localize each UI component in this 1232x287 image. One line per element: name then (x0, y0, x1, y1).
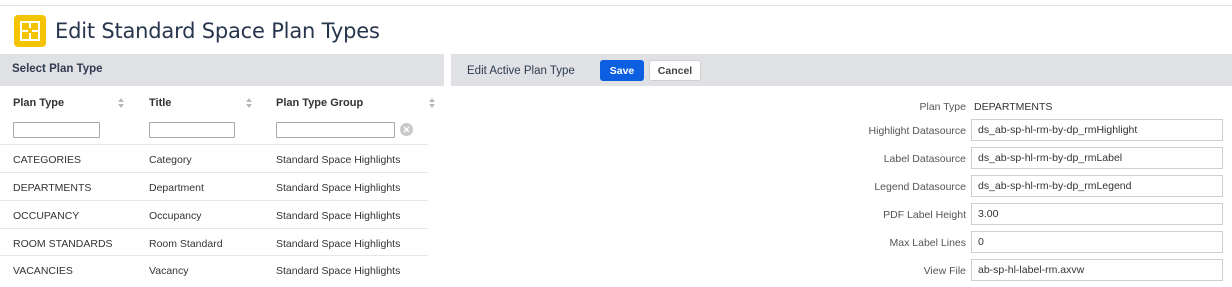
panel-title: Select Plan Type (12, 63, 103, 75)
cell-plan-type: DEPARTMENTS (13, 182, 92, 194)
field-label-pdf-label-height: PDF Label Height (883, 209, 966, 221)
cell-plan-type-group: Standard Space Highlights (276, 238, 401, 250)
filter-title-field[interactable] (150, 126, 234, 141)
page-header: Edit Standard Space Plan Types (14, 15, 380, 47)
view-file-input[interactable] (972, 260, 1222, 280)
edit-plan-type-panel-header: Edit Active Plan Type Save Cancel (451, 54, 1232, 86)
max-label-lines-field[interactable] (971, 231, 1223, 253)
field-label-label-datasource: Label Datasource (883, 153, 966, 165)
select-plan-type-panel-header: Select Plan Type (0, 54, 444, 86)
cell-title: Occupancy (149, 210, 202, 222)
table-row[interactable]: ROOM STANDARDS Room Standard Standard Sp… (0, 228, 428, 256)
label-datasource-input[interactable] (972, 148, 1222, 168)
table-row[interactable]: CATEGORIES Category Standard Space Highl… (0, 144, 428, 172)
save-button[interactable]: Save (600, 60, 644, 81)
cancel-button[interactable]: Cancel (649, 60, 701, 81)
filter-title-input[interactable] (149, 122, 235, 141)
cell-plan-type: OCCUPANCY (13, 210, 80, 222)
table-row[interactable]: DEPARTMENTS Department Standard Space Hi… (0, 172, 428, 200)
pdf-label-height-input[interactable] (972, 204, 1222, 224)
legend-datasource-field[interactable] (971, 175, 1223, 197)
clear-filter-icon[interactable] (400, 123, 413, 136)
field-label-view-file: View File (923, 265, 966, 277)
field-label-legend-datasource: Legend Datasource (874, 181, 966, 193)
plan-type-value: DEPARTMENTS (974, 101, 1053, 113)
cell-title: Room Standard (149, 238, 223, 250)
sort-icon[interactable] (428, 97, 436, 109)
highlight-datasource-field[interactable] (971, 119, 1223, 141)
cell-plan-type-group: Standard Space Highlights (276, 210, 401, 222)
cell-plan-type-group: Standard Space Highlights (276, 265, 401, 277)
table-row[interactable]: OCCUPANCY Occupancy Standard Space Highl… (0, 200, 428, 228)
floor-plan-icon (14, 15, 46, 47)
sort-icon[interactable] (117, 97, 125, 109)
sort-icon[interactable] (245, 97, 253, 109)
filter-plan-type-input[interactable] (13, 122, 100, 141)
cell-title: Department (149, 182, 204, 194)
filter-plan-type-field[interactable] (14, 126, 99, 141)
cell-plan-type: VACANCIES (13, 265, 73, 277)
cell-plan-type-group: Standard Space Highlights (276, 154, 401, 166)
cell-plan-type-group: Standard Space Highlights (276, 182, 401, 194)
cell-title: Vacancy (149, 265, 189, 277)
highlight-datasource-input[interactable] (972, 120, 1222, 140)
field-label-plan-type: Plan Type (919, 101, 966, 113)
filter-plan-type-group-input[interactable] (276, 122, 395, 141)
pdf-label-height-field[interactable] (971, 203, 1223, 225)
top-divider (0, 5, 1232, 6)
view-file-field[interactable] (971, 259, 1223, 281)
column-header-title[interactable]: Title (149, 97, 171, 109)
column-header-plan-type[interactable]: Plan Type (13, 97, 64, 109)
legend-datasource-input[interactable] (972, 176, 1222, 196)
field-label-max-label-lines: Max Label Lines (889, 237, 966, 249)
cell-plan-type: ROOM STANDARDS (13, 238, 113, 250)
max-label-lines-input[interactable] (972, 232, 1222, 252)
panel-title: Edit Active Plan Type (467, 65, 575, 77)
filter-plan-type-group-field[interactable] (277, 126, 394, 141)
cell-title: Category (149, 154, 192, 166)
label-datasource-field[interactable] (971, 147, 1223, 169)
page-title: Edit Standard Space Plan Types (55, 19, 380, 43)
field-label-highlight-datasource: Highlight Datasource (868, 125, 966, 137)
column-header-plan-type-group[interactable]: Plan Type Group (276, 97, 363, 109)
cell-plan-type: CATEGORIES (13, 154, 82, 166)
table-row[interactable]: VACANCIES Vacancy Standard Space Highlig… (0, 255, 428, 283)
